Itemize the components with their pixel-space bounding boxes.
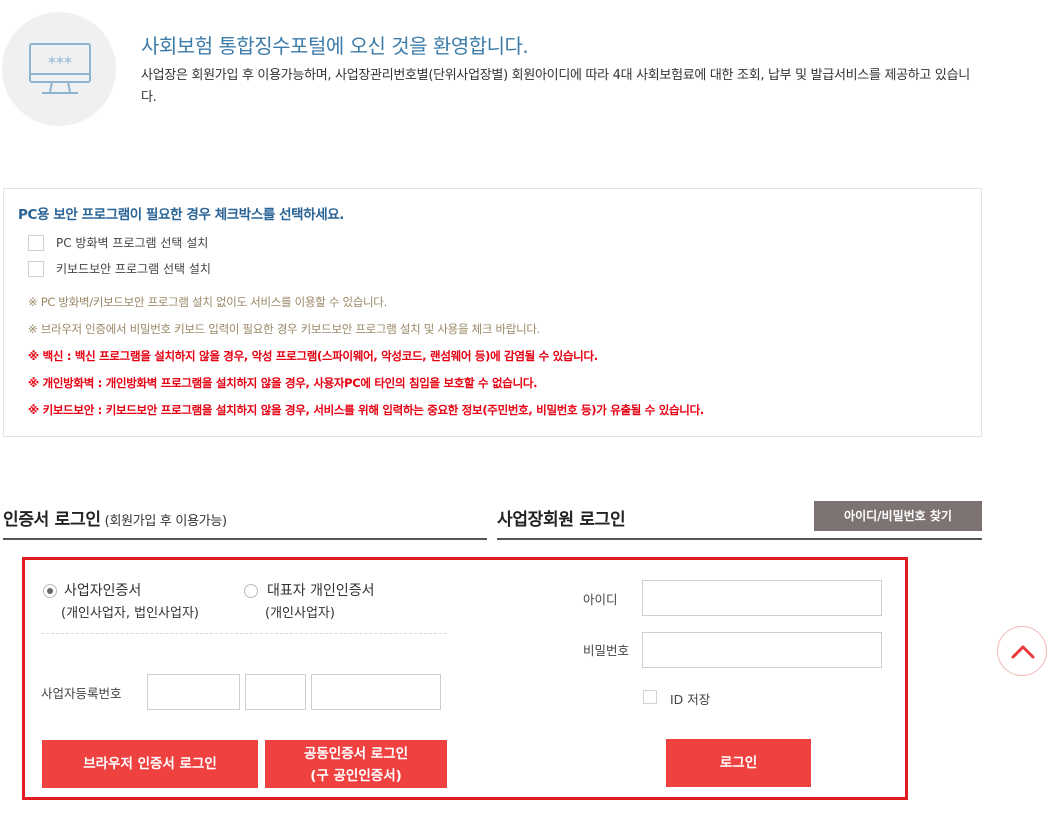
page-description: 사업장은 회원가입 후 이용가능하며, 사업장관리번호별(단위사업장별) 회원아… [141, 68, 970, 105]
joint-cert-login-button[interactable]: 공동인증서 로그인 (구 공인인증서) [265, 740, 447, 788]
security-panel-title: PC용 보안 프로그램이 필요한 경우 체크박스를 선택하세요. [18, 207, 344, 223]
cert-login-heading: 인증서 로그인 (회원가입 후 이용가능) [3, 505, 227, 530]
security-note: ※ PC 방화벽/키보드보안 프로그램 설치 없이도 서비스를 이용할 수 있습… [28, 295, 387, 309]
cert-login-divider [3, 538, 487, 540]
id-input[interactable] [642, 580, 882, 616]
id-label: 아이디 [583, 592, 618, 607]
firewall-install-option[interactable]: PC 방화벽 프로그램 선택 설치 [28, 234, 208, 251]
security-warning: ※ 개인방화벽 : 개인방화벽 프로그램을 설치하지 않을 경우, 사용자PC에… [28, 376, 538, 390]
password-label: 비밀번호 [583, 643, 630, 658]
firewall-install-label: PC 방화벽 프로그램 선택 설치 [56, 236, 209, 250]
scroll-top-button[interactable] [997, 626, 1047, 676]
joint-cert-login-sublabel: (구 공인인증서) [310, 768, 402, 784]
biz-number-label: 사업자등록번호 [41, 686, 122, 701]
page-title: 사회보험 통합징수포털에 오신 것을 환영합니다. [141, 34, 529, 58]
joint-cert-login-label: 공동인증서 로그인 [303, 746, 409, 762]
password-input[interactable] [642, 632, 882, 668]
security-program-panel: PC용 보안 프로그램이 필요한 경우 체크박스를 선택하세요. PC 방화벽 … [3, 188, 982, 437]
biz-number-part2-input[interactable] [245, 674, 306, 710]
welcome-icon: *** [2, 12, 116, 126]
security-warning: ※ 백신 : 백신 프로그램을 설치하지 않을 경우, 악성 프로그램(스파이웨… [28, 349, 598, 363]
business-cert-label[interactable]: 사업자인증서 [64, 580, 141, 600]
keyboard-security-install-option[interactable]: 키보드보안 프로그램 선택 설치 [28, 260, 211, 277]
security-note: ※ 브라우저 인증에서 비밀번호 키보드 입력이 필요한 경우 키보드보안 프로… [28, 322, 540, 336]
personal-cert-label[interactable]: 대표자 개인인증서 [267, 580, 375, 600]
personal-cert-radio[interactable] [244, 584, 258, 598]
personal-cert-sublabel: (개인사업자) [265, 606, 335, 621]
password-mask-text: *** [48, 53, 72, 72]
biz-number-part1-input[interactable] [147, 674, 240, 710]
keyboard-security-install-label: 키보드보안 프로그램 선택 설치 [56, 262, 211, 276]
save-id-label[interactable]: ID 저장 [670, 689, 710, 708]
chevron-up-icon [1011, 645, 1035, 659]
find-id-password-button[interactable]: 아이디/비밀번호 찾기 [814, 501, 982, 531]
save-id-checkbox[interactable] [643, 690, 657, 704]
firewall-install-checkbox[interactable] [28, 234, 44, 251]
member-login-title: 사업장회원 로그인 [497, 510, 626, 530]
radio-divider [41, 633, 447, 634]
login-button[interactable]: 로그인 [666, 739, 811, 787]
cert-login-title: 인증서 로그인 [3, 510, 101, 530]
browser-cert-login-button[interactable]: 브라우저 인증서 로그인 [42, 740, 258, 788]
biz-number-part3-input[interactable] [311, 674, 441, 710]
business-cert-radio[interactable] [43, 584, 57, 598]
monitor-password-icon: *** [29, 43, 91, 94]
cert-login-subtitle: (회원가입 후 이용가능) [104, 514, 227, 529]
keyboard-security-install-checkbox[interactable] [28, 260, 44, 277]
security-warning: ※ 키보드보안 : 키보드보안 프로그램을 설치하지 않을 경우, 서비스를 위… [28, 403, 704, 417]
business-cert-sublabel: (개인사업자, 법인사업자) [61, 606, 200, 621]
member-login-divider [497, 538, 982, 540]
